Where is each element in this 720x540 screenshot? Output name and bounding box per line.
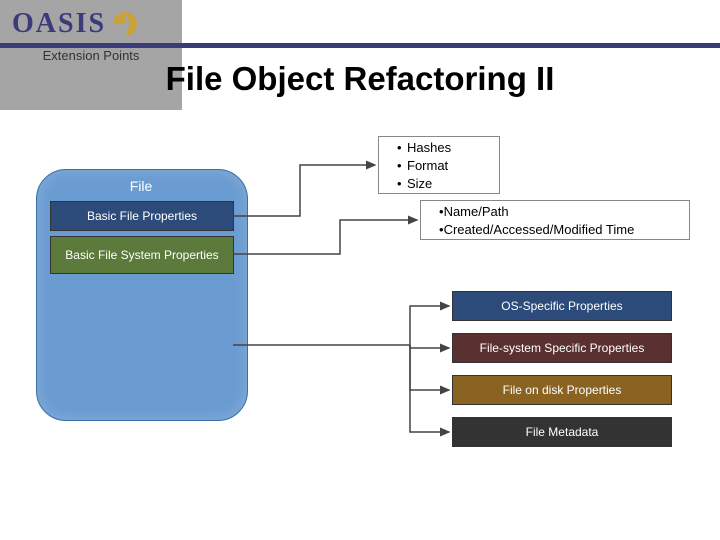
box-os-specific-properties: OS-Specific Properties <box>452 291 672 321</box>
logo-icon <box>110 10 140 38</box>
callout-bfp-item-label: Size <box>407 176 432 191</box>
callout-bfp-item: •Size <box>397 175 499 193</box>
box-basic-file-system-properties-label: Basic File System Properties <box>59 246 224 264</box>
header-divider <box>0 43 720 48</box>
page-title: File Object Refactoring II <box>0 60 720 98</box>
box-fs-specific-properties: File-system Specific Properties <box>452 333 672 363</box>
callout-bfsp-item: •Created/Accessed/Modified Time <box>439 221 689 239</box>
callout-bfsp-item: •Name/Path <box>439 203 689 221</box>
callout-bfp: •Hashes •Format •Size <box>378 136 500 194</box>
box-basic-file-properties: Basic File Properties <box>50 201 234 231</box>
logo: OASIS <box>12 8 140 40</box>
logo-text: OASIS <box>12 8 106 40</box>
box-basic-file-system-properties: Basic File System Properties <box>50 236 234 274</box>
box-file-on-disk-properties: File on disk Properties <box>452 375 672 405</box>
callout-bfsp-item-label: Name/Path <box>444 204 509 219</box>
callout-bfp-item: •Format <box>397 157 499 175</box>
callout-bfp-item-label: Hashes <box>407 140 451 155</box>
callout-bfsp: •Name/Path •Created/Accessed/Modified Ti… <box>420 200 690 240</box>
callout-bfp-item: •Hashes <box>397 139 499 157</box>
callout-bfp-item-label: Format <box>407 158 448 173</box>
box-file-metadata: File Metadata <box>452 417 672 447</box>
callout-bfsp-item-label: Created/Accessed/Modified Time <box>444 222 635 237</box>
file-group-title: File <box>36 178 246 194</box>
